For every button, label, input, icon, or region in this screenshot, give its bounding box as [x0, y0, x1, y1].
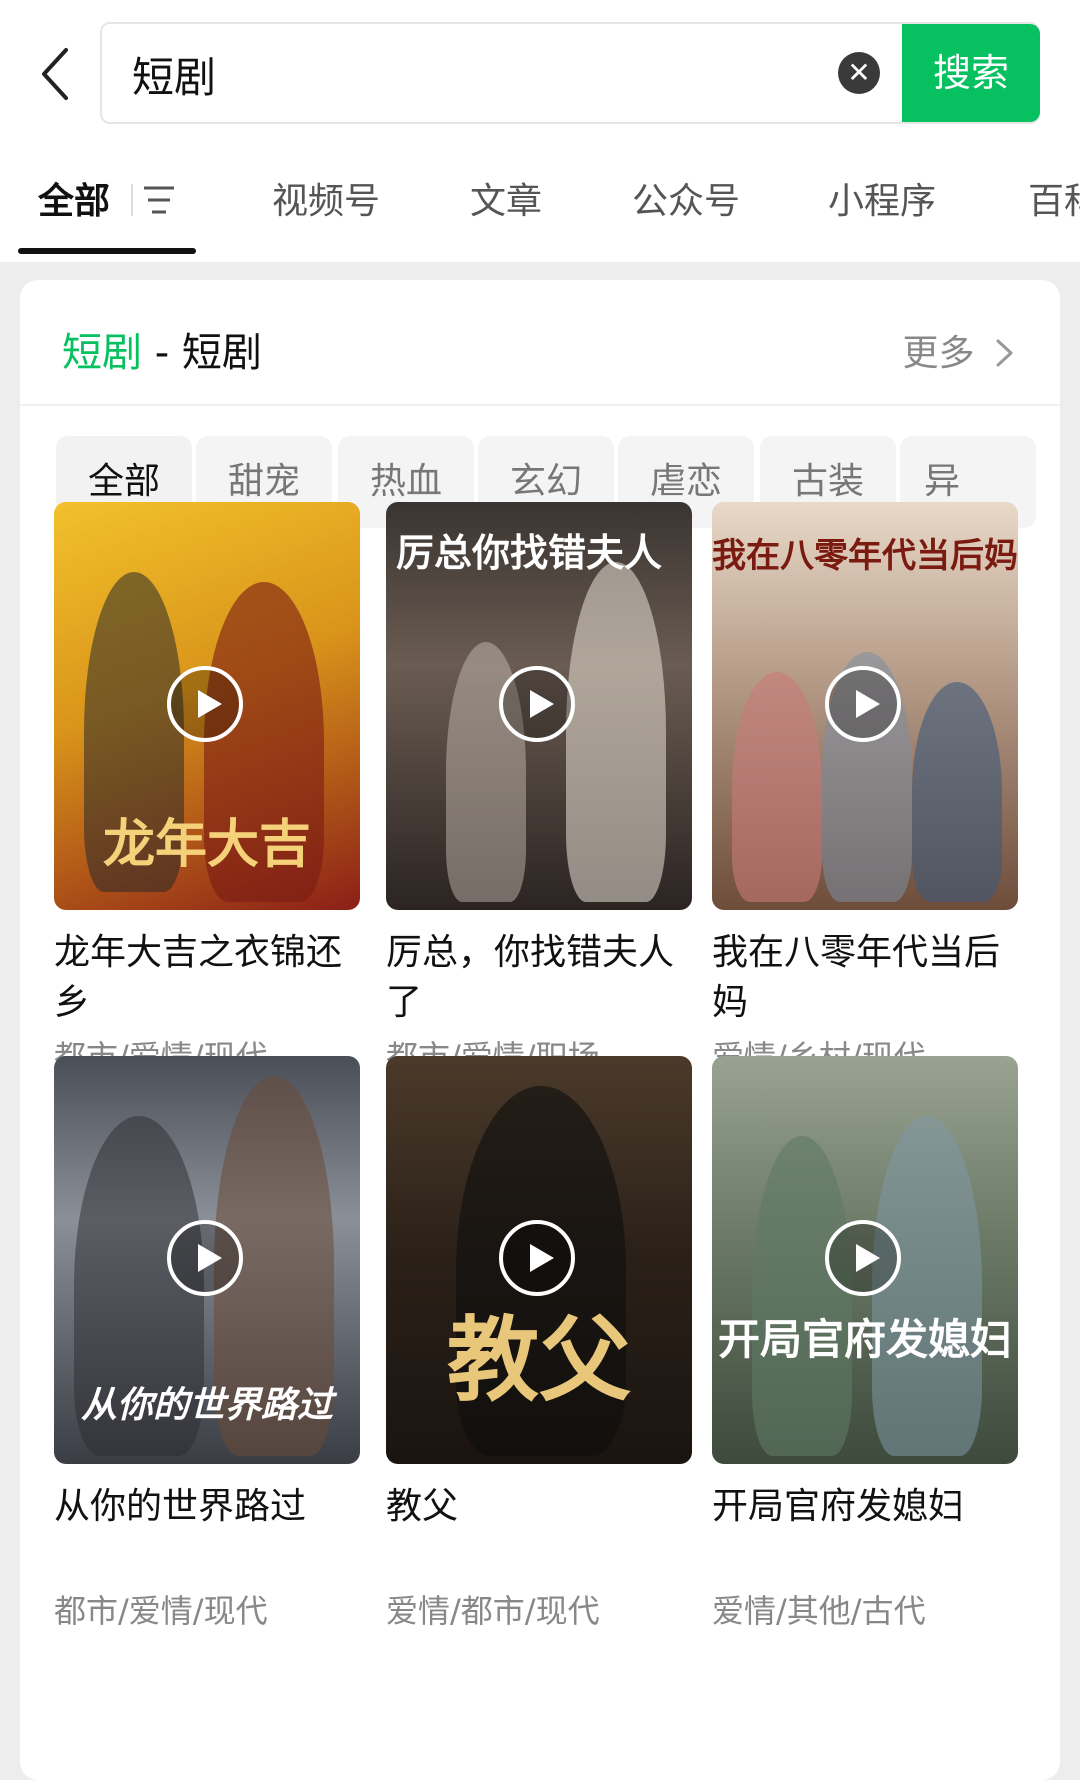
poster-title: 开局官府发媳妇 — [717, 1315, 1012, 1364]
play-icon — [167, 666, 243, 742]
back-arrow-icon[interactable] — [36, 44, 76, 104]
drama-item[interactable]: 从你的世界路过 从你的世界路过 都市/爱情/现代 — [54, 1056, 360, 1632]
drama-item[interactable]: 龙年大吉 龙年大吉之衣锦还乡 都市/爱情/现代 — [54, 502, 360, 1078]
top-bar: ✕ 搜索 全部 视频号 文章 公众号 小程序 百科 — [0, 0, 1080, 262]
tab-encyclopedia[interactable]: 百科 — [1028, 172, 1080, 224]
drama-title: 厉总，你找错夫人了 — [386, 932, 675, 1023]
card-title-separator: - — [142, 330, 182, 376]
tab-channels[interactable]: 视频号 — [272, 172, 380, 224]
play-icon — [167, 1220, 243, 1296]
short-drama-card: 短剧 - 短剧 更多 全部 甜宠 热血 玄幻 虐恋 古装 异 龙年大吉 龙年大吉… — [20, 280, 1060, 1780]
drama-title: 教父 — [386, 1486, 459, 1527]
search-box: ✕ — [100, 22, 1040, 124]
poster-title: 厉总你找错夫人 — [396, 530, 663, 575]
drama-poster: 开局官府发媳妇 — [712, 1056, 1018, 1464]
poster-title: 教父 — [446, 1306, 631, 1414]
poster-title: 我在八零年代当后妈 — [712, 536, 1018, 576]
drama-tags: 都市/爱情/现代 — [54, 1592, 268, 1630]
search-button[interactable]: 搜索 — [902, 24, 1040, 122]
drama-poster: 教父 — [386, 1056, 692, 1464]
drama-poster: 厉总你找错夫人 — [386, 502, 692, 910]
drama-item[interactable]: 开局官府发媳妇 开局官府发媳妇 爱情/其他/古代 — [712, 1056, 1018, 1632]
drama-poster: 龙年大吉 — [54, 502, 360, 910]
poster-title: 龙年大吉 — [102, 814, 311, 875]
tab-articles[interactable]: 文章 — [470, 172, 542, 224]
active-tab-indicator — [18, 248, 196, 254]
drama-title: 我在八零年代当后妈 — [712, 932, 1001, 1023]
clear-search-icon[interactable]: ✕ — [838, 52, 880, 94]
more-label: 更多 — [902, 333, 975, 374]
search-type-tabs: 全部 视频号 文章 公众号 小程序 百科 — [0, 150, 1080, 246]
play-icon — [825, 666, 901, 742]
card-title-keyword[interactable]: 短剧 — [62, 330, 142, 376]
card-title: 短剧 - 短剧 — [62, 320, 262, 378]
play-icon — [825, 1220, 901, 1296]
card-title-category: 短剧 — [181, 330, 262, 376]
drama-poster: 我在八零年代当后妈 — [712, 502, 1018, 910]
tab-mini-programs[interactable]: 小程序 — [828, 172, 936, 224]
drama-poster: 从你的世界路过 — [54, 1056, 360, 1464]
tab-official-accounts[interactable]: 公众号 — [632, 172, 740, 224]
card-header: 短剧 - 短剧 更多 — [20, 280, 1060, 406]
drama-title: 龙年大吉之衣锦还乡 — [54, 932, 343, 1023]
play-icon — [499, 666, 575, 742]
chevron-right-icon — [996, 339, 1013, 367]
tab-all[interactable]: 全部 — [38, 172, 110, 224]
drama-tags: 爱情/都市/现代 — [386, 1592, 600, 1630]
search-input[interactable] — [130, 40, 814, 108]
more-link[interactable]: 更多 — [903, 324, 1016, 376]
drama-title: 从你的世界路过 — [54, 1486, 307, 1527]
drama-item[interactable]: 教父 教父 爱情/都市/现代 — [386, 1056, 692, 1632]
poster-title: 从你的世界路过 — [80, 1384, 333, 1426]
drama-item[interactable]: 我在八零年代当后妈 我在八零年代当后妈 爱情/乡村/现代 — [712, 502, 1018, 1078]
play-icon — [499, 1220, 575, 1296]
drama-tags: 爱情/其他/古代 — [712, 1592, 926, 1630]
filter-icon[interactable] — [130, 180, 176, 220]
drama-item[interactable]: 厉总你找错夫人 厉总，你找错夫人了 都市/爱情/职场 — [386, 502, 692, 1078]
drama-title: 开局官府发媳妇 — [712, 1486, 965, 1527]
